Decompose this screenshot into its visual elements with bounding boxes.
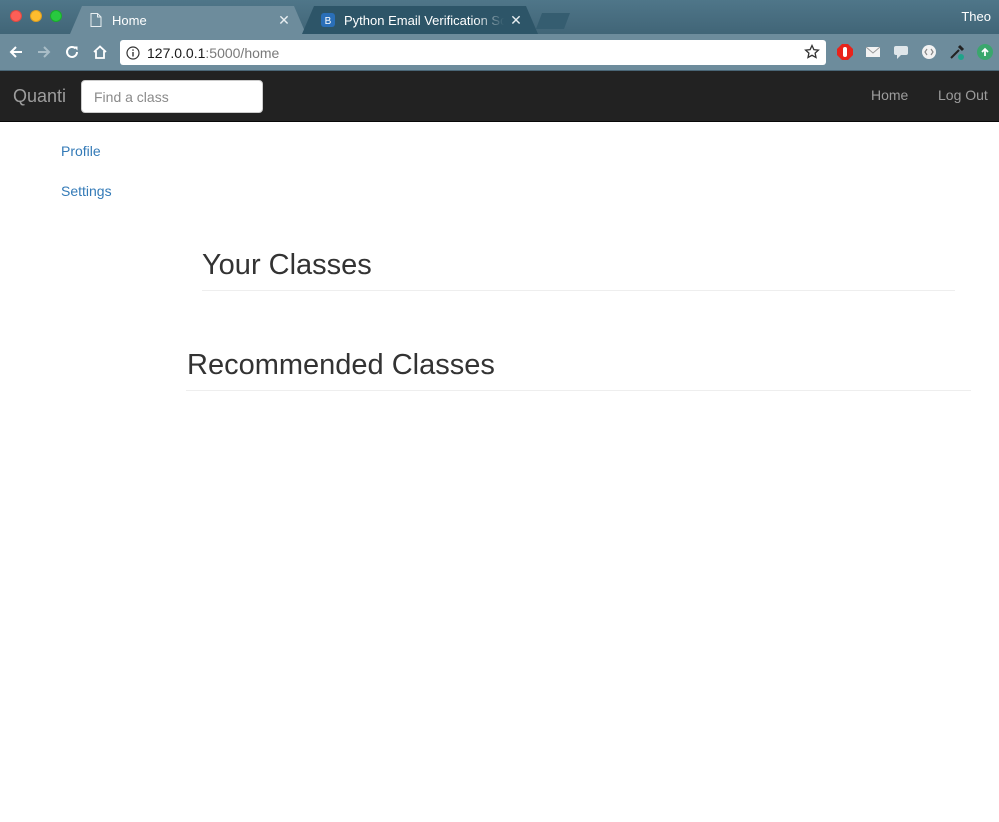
info-icon[interactable]: [126, 45, 140, 60]
tab-title: Home: [112, 12, 147, 28]
close-tab-icon[interactable]: ✕: [508, 12, 524, 28]
your-classes-divider: [202, 290, 955, 291]
nav-link-logout[interactable]: Log Out: [938, 87, 988, 103]
sidebar-item-profile[interactable]: Profile: [61, 143, 101, 159]
back-arrow-icon[interactable]: [6, 42, 26, 62]
url-host: 127.0.0.1: [147, 44, 206, 61]
bootstrap-icon: B: [320, 12, 336, 28]
page-icon: [88, 12, 104, 28]
url-path: :5000/home: [205, 44, 280, 61]
bookmark-star-icon[interactable]: [804, 44, 820, 60]
nav-link-home[interactable]: Home: [871, 87, 908, 103]
close-tab-icon[interactable]: ✕: [276, 12, 292, 28]
code-icon[interactable]: [920, 43, 938, 61]
forward-arrow-icon[interactable]: [34, 42, 54, 62]
sidebar-item-settings[interactable]: Settings: [61, 183, 112, 199]
brand-logo[interactable]: Quanti: [13, 86, 66, 107]
browser-tab-home[interactable]: Home ✕: [70, 6, 306, 34]
chat-icon[interactable]: [892, 43, 910, 61]
browser-titlebar: Home ✕ B Python Email Verification Scrip…: [0, 0, 999, 38]
tab-title: Python Email Verification Script: [344, 12, 504, 28]
app-navbar: Quanti Home Log Out: [0, 71, 999, 122]
eyedropper-icon[interactable]: [948, 43, 966, 61]
class-search-input[interactable]: [81, 80, 263, 113]
window-maximize-button[interactable]: [50, 10, 62, 22]
new-tab-button[interactable]: [536, 13, 570, 29]
svg-text:B: B: [325, 16, 332, 27]
recommended-classes-heading: Recommended Classes: [187, 349, 495, 381]
browser-toolbar: 127.0.0.1:5000/home: [0, 34, 999, 71]
adblock-icon[interactable]: [836, 43, 854, 61]
mail-icon[interactable]: [864, 43, 882, 61]
window-minimize-button[interactable]: [30, 10, 42, 22]
profile-name[interactable]: Theo: [961, 9, 991, 24]
upload-icon[interactable]: [976, 43, 994, 61]
reload-icon[interactable]: [62, 42, 82, 62]
home-icon[interactable]: [90, 42, 110, 62]
browser-tab-python-email[interactable]: B Python Email Verification Script ✕: [302, 6, 538, 34]
address-bar[interactable]: 127.0.0.1:5000/home: [120, 40, 826, 65]
recommended-classes-divider: [186, 390, 971, 391]
your-classes-heading: Your Classes: [202, 249, 372, 281]
window-close-button[interactable]: [10, 10, 22, 22]
